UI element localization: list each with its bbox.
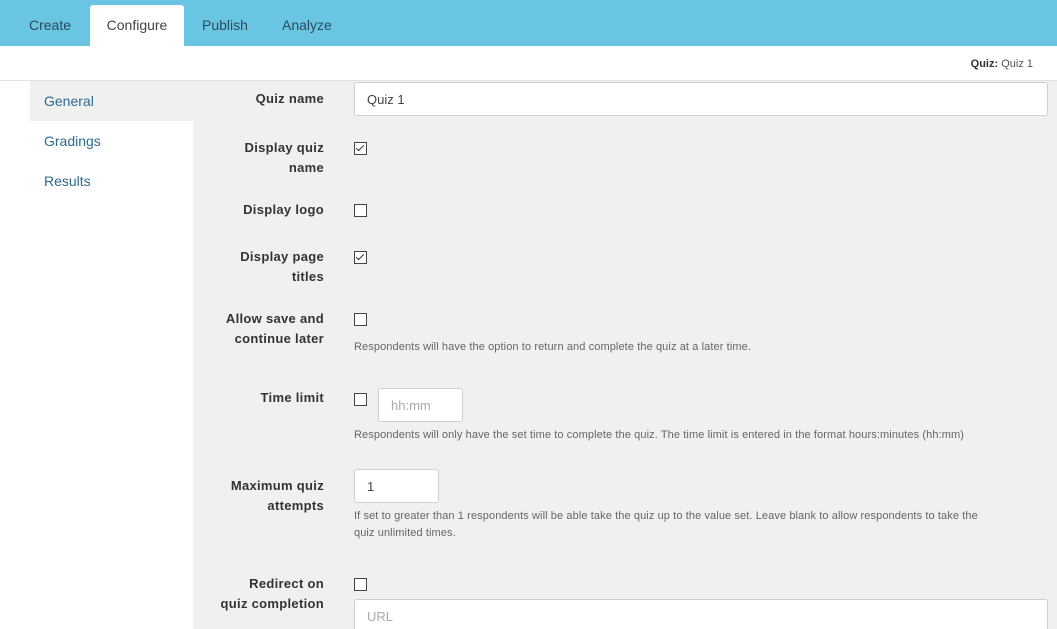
- checkmark-icon: [355, 142, 365, 152]
- display-quiz-name-label: Display quiz name: [245, 138, 324, 178]
- max-attempts-label-line2: attempts: [267, 498, 324, 513]
- time-limit-input[interactable]: [378, 388, 463, 422]
- allow-save-label-line2: continue later: [234, 331, 324, 346]
- tab-configure[interactable]: Configure: [90, 5, 184, 46]
- allow-save-help: Respondents will have the option to retu…: [354, 341, 751, 353]
- redirect-label-line1: Redirect on: [249, 576, 324, 591]
- display-quiz-name-checkbox[interactable]: [354, 142, 367, 155]
- tab-publish[interactable]: Publish: [202, 0, 248, 46]
- sidebar-item-gradings[interactable]: Gradings: [30, 121, 193, 161]
- tab-analyze[interactable]: Analyze: [282, 0, 332, 46]
- display-quiz-name-label-line1: Display quiz: [244, 140, 324, 155]
- display-page-titles-checkbox[interactable]: [354, 251, 367, 264]
- checkmark-icon: [355, 251, 365, 261]
- max-attempts-label-line1: Maximum quiz: [230, 478, 324, 493]
- allow-save-label: Allow save and continue later: [226, 309, 324, 349]
- settings-form: Quiz name Display quiz name Display logo…: [193, 81, 1057, 629]
- max-attempts-input[interactable]: [354, 469, 439, 503]
- max-attempts-help-line2: quiz unlimited times.: [354, 527, 456, 539]
- max-attempts-help: If set to greater than 1 respondents wil…: [354, 508, 1044, 542]
- display-page-titles-label: Display page titles: [240, 247, 324, 287]
- breadcrumb-value: Quiz 1: [1001, 58, 1033, 70]
- breadcrumb-bar: Quiz: Quiz 1: [0, 46, 1057, 81]
- quiz-name-input[interactable]: [354, 82, 1048, 116]
- redirect-label: Redirect on quiz completion: [221, 574, 324, 614]
- display-page-titles-label-line1: Display page: [240, 249, 324, 264]
- allow-save-label-line1: Allow save and: [225, 311, 324, 326]
- max-attempts-help-line1: If set to greater than 1 respondents wil…: [354, 510, 978, 522]
- sidebar-item-results[interactable]: Results: [30, 161, 193, 201]
- display-logo-label: Display logo: [243, 202, 324, 217]
- redirect-label-line2: quiz completion: [220, 596, 324, 611]
- tab-create[interactable]: Create: [29, 0, 71, 46]
- quiz-name-label: Quiz name: [255, 91, 324, 106]
- breadcrumb: Quiz: Quiz 1: [971, 58, 1033, 70]
- time-limit-checkbox[interactable]: [354, 393, 367, 406]
- time-limit-help: Respondents will only have the set time …: [354, 429, 965, 441]
- breadcrumb-label: Quiz:: [970, 58, 999, 70]
- sidebar-item-general[interactable]: General: [30, 81, 193, 121]
- display-quiz-name-label-line2: name: [288, 160, 324, 175]
- display-page-titles-label-line2: titles: [291, 269, 324, 284]
- max-attempts-label: Maximum quiz attempts: [231, 476, 324, 516]
- display-logo-checkbox[interactable]: [354, 204, 367, 217]
- top-navigation: Create Configure Publish Analyze: [0, 0, 1057, 46]
- redirect-checkbox[interactable]: [354, 578, 367, 591]
- redirect-url-input[interactable]: [354, 599, 1048, 629]
- allow-save-checkbox[interactable]: [354, 313, 367, 326]
- time-limit-label: Time limit: [260, 390, 324, 405]
- sidebar: General Gradings Results: [0, 81, 193, 629]
